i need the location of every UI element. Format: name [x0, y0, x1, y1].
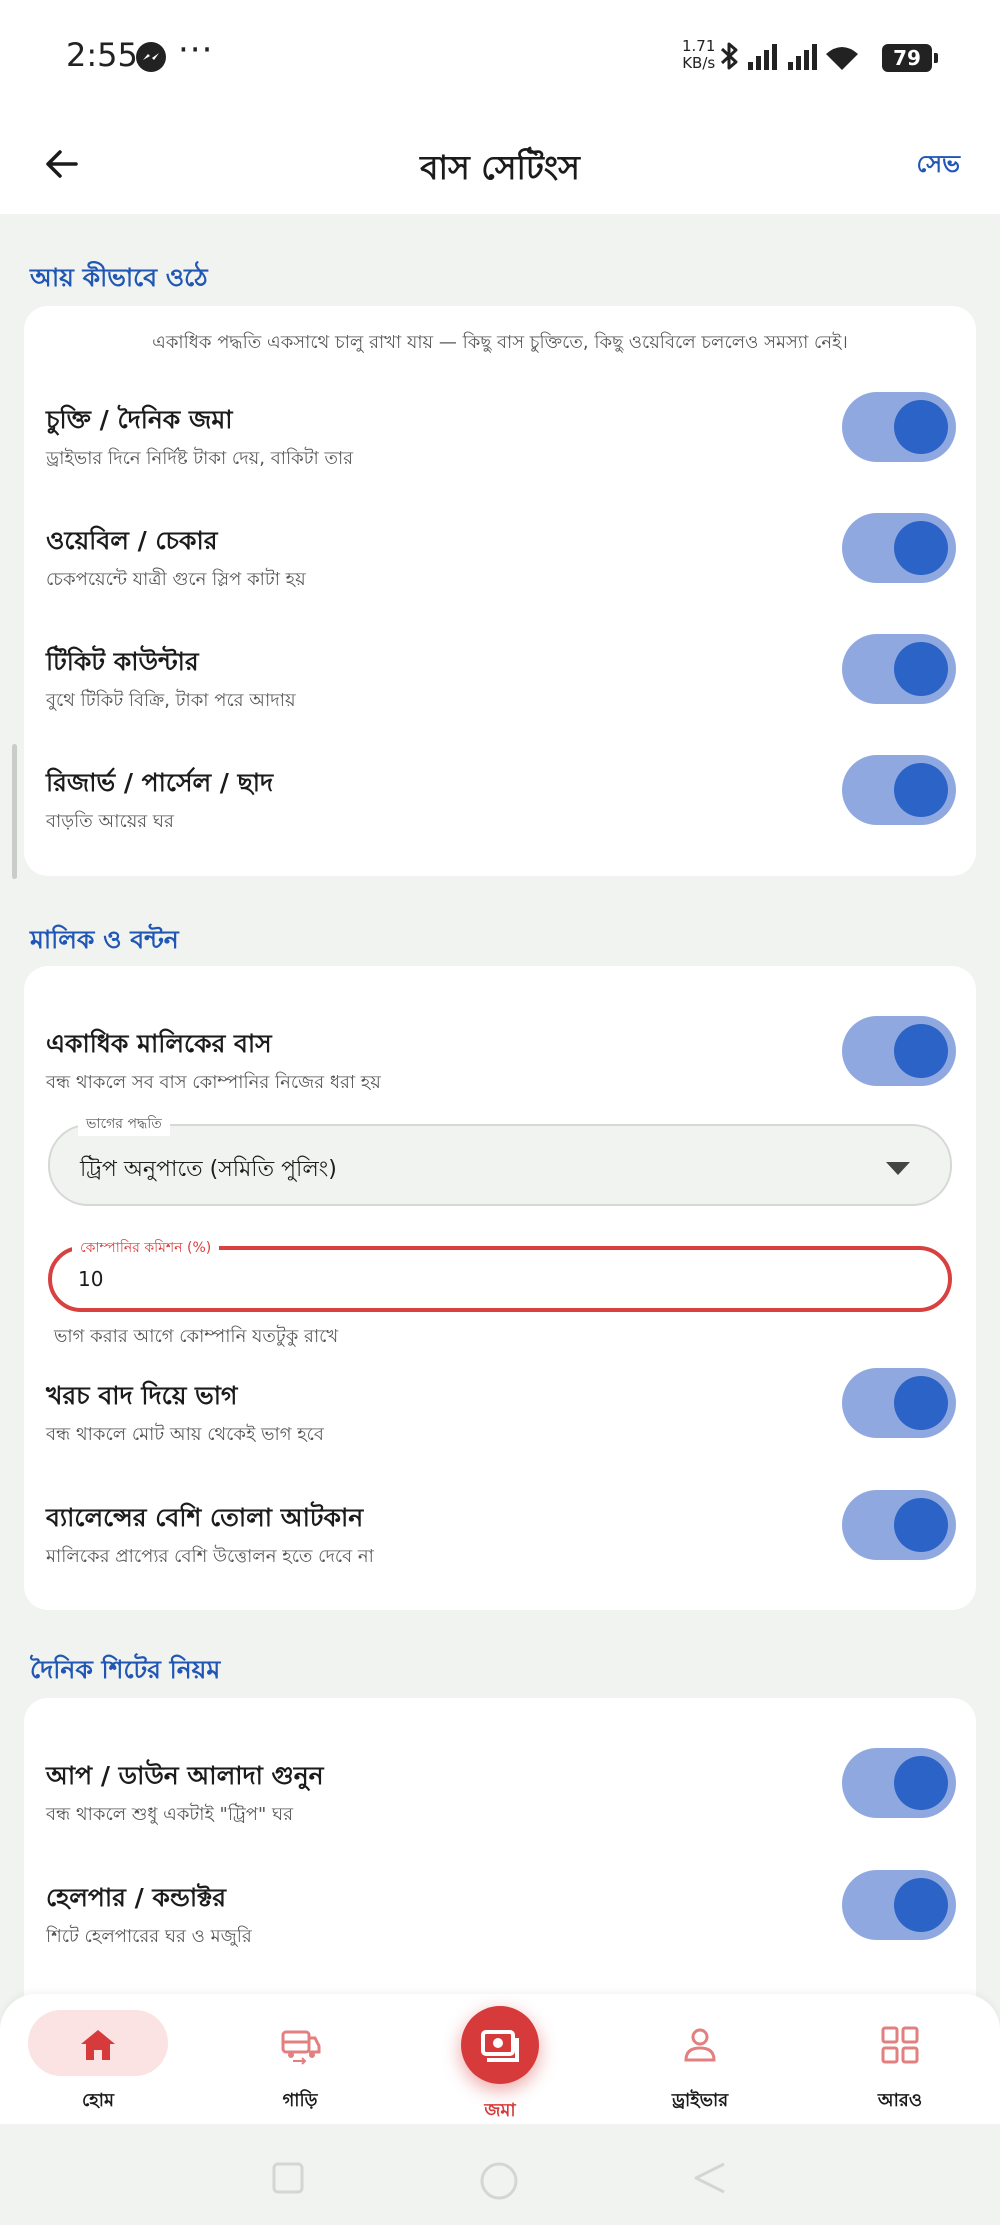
bluetooth-icon [720, 42, 738, 70]
nav-more[interactable]: আরও [820, 2010, 980, 2120]
person-icon [684, 2028, 716, 2062]
app-bar: বাস সেটিংস সেভ [0, 118, 1000, 214]
system-navigation-bar [0, 2124, 1000, 2225]
home-button-icon[interactable] [478, 2160, 520, 2202]
nav-home[interactable]: হোম [28, 2010, 168, 2120]
nav-deposit[interactable]: জমা [420, 2006, 580, 2121]
setting-title: আপ / ডাউন আলাদা গুনুন [46, 1761, 324, 1790]
setting-title: হেলপার / কন্ডাক্টর [46, 1883, 226, 1912]
toggle-knob [894, 642, 948, 696]
toggle-multi-owner[interactable] [842, 1016, 956, 1086]
toggle-helper[interactable] [842, 1870, 956, 1940]
setting-subtitle: বন্ধ থাকলে সব বাস কোম্পানির নিজের ধরা হয… [46, 1072, 381, 1093]
setting-title: চুক্তি / দৈনিক জমা [46, 405, 233, 434]
nav-label: গাড়ি [282, 2090, 318, 2111]
setting-subtitle: বুথে টিকিট বিক্রি, টাকা পরে আদায় [46, 690, 296, 711]
network-speed-value: 1.71 [682, 37, 716, 55]
toggle-contract[interactable] [842, 392, 956, 462]
setting-row-expense-split: খরচ বাদ দিয়ে ভাগ বন্ধ থাকলে মোট আয় থেক… [46, 1368, 956, 1478]
commission-input[interactable] [78, 1264, 898, 1294]
toggle-waybill[interactable] [842, 513, 956, 583]
income-card: একাধিক পদ্ধতি একসাথে চালু রাখা যায় — কি… [24, 306, 976, 876]
daily-card: আপ / ডাউন আলাদা গুনুন বন্ধ থাকলে শুধু এক… [24, 1698, 976, 2018]
commission-label: কোম্পানির কমিশন (%) [72, 1236, 220, 1260]
bottom-navigation: হোম গাড়ি জমা ড্রাইভার আরও [0, 1994, 1000, 2124]
setting-subtitle: চেকপয়েন্টে যাত্রী গুনে স্লিপ কাটা হয় [46, 569, 306, 590]
toggle-knob [894, 1376, 948, 1430]
owner-card: একাধিক মালিকের বাস বন্ধ থাকলে সব বাস কোম… [24, 966, 976, 1610]
section-title-daily: দৈনিক শিটের নিয়ম [30, 1655, 221, 1684]
setting-row-helper: হেলপার / কন্ডাক্টর শিটে হেলপারের ঘর ও মজ… [46, 1870, 956, 1980]
setting-title: ওয়েবিল / চেকার [46, 526, 218, 555]
cash-icon [481, 2030, 519, 2062]
setting-subtitle: ড্রাইভার দিনে নির্দিষ্ট টাকা দেয়, বাকিট… [46, 448, 354, 469]
home-icon [81, 2030, 115, 2060]
setting-row-contract: চুক্তি / দৈনিক জমা ড্রাইভার দিনে নির্দিষ… [46, 392, 956, 502]
setting-row-waybill: ওয়েবিল / চেকার চেকপয়েন্টে যাত্রী গুনে … [46, 513, 956, 623]
setting-subtitle: মালিকের প্রাপ্যের বেশি উত্তোলন হতে দেবে … [46, 1546, 374, 1567]
nav-label: ড্রাইভার [671, 2090, 729, 2111]
nav-label: হোম [82, 2090, 114, 2111]
setting-row-up-down: আপ / ডাউন আলাদা গুনুন বন্ধ থাকলে শুধু এক… [46, 1748, 956, 1858]
toggle-overdraw-block[interactable] [842, 1490, 956, 1560]
recents-icon[interactable] [270, 2160, 306, 2196]
nav-label: আরও [877, 2090, 923, 2111]
battery-icon: 79 [882, 44, 938, 72]
toggle-knob [894, 1878, 948, 1932]
setting-title: ব্যালেন্সের বেশি তোলা আটকান [46, 1503, 364, 1532]
toggle-up-down[interactable] [842, 1748, 956, 1818]
toggle-knob [894, 1024, 948, 1078]
split-method-value: ট্রিপ অনুপাতে (সমিতি পুলিং) [80, 1157, 337, 1182]
toggle-knob [894, 400, 948, 454]
toggle-expense-split[interactable] [842, 1368, 956, 1438]
setting-row-overdraw-block: ব্যালেন্সের বেশি তোলা আটকান মালিকের প্রা… [46, 1490, 956, 1600]
toggle-reserve[interactable] [842, 755, 956, 825]
setting-subtitle: বন্ধ থাকলে শুধু একটাই "ট্রিপ" ঘর [46, 1804, 293, 1825]
split-method-select[interactable]: ভাগের পদ্ধতি ট্রিপ অনুপাতে (সমিতি পুলিং) [48, 1112, 952, 1206]
setting-row-multi-owner: একাধিক মালিকের বাস বন্ধ থাকলে সব বাস কোম… [46, 1016, 956, 1126]
signal-icon-1 [748, 44, 777, 70]
setting-title: একাধিক মালিকের বাস [46, 1029, 272, 1058]
bus-icon [281, 2030, 321, 2065]
settings-content[interactable]: আয় কীভাবে ওঠে একাধিক পদ্ধতি একসাথে চালু… [0, 214, 1000, 2018]
setting-subtitle: শিটে হেলপারের ঘর ও মজুরি [46, 1926, 252, 1947]
network-speed: 1.71 KB/s [682, 38, 715, 72]
signal-icon-2 [788, 44, 817, 70]
section-title-income: আয় কীভাবে ওঠে [30, 263, 208, 292]
commission-helper: ভাগ করার আগে কোম্পানি যতটুকু রাখে [54, 1326, 339, 1347]
status-icons [718, 40, 878, 80]
nav-driver[interactable]: ড্রাইভার [620, 2010, 780, 2120]
split-method-label: ভাগের পদ্ধতি [78, 1112, 170, 1136]
save-button[interactable]: সেভ [917, 146, 960, 186]
nav-label: জমা [484, 2100, 516, 2121]
messenger-icon [136, 42, 166, 72]
setting-row-reserve: রিজার্ভ / পার্সেল / ছাদ বাড়তি আয়ের ঘর [46, 755, 956, 865]
setting-title: টিকিট কাউন্টার [46, 647, 199, 676]
setting-subtitle: বাড়তি আয়ের ঘর [46, 811, 174, 832]
status-time: 2:55 [66, 36, 138, 74]
setting-title: খরচ বাদ দিয়ে ভাগ [46, 1381, 238, 1410]
grid-icon [881, 2026, 919, 2064]
wifi-icon [826, 47, 858, 70]
deposit-fab[interactable] [461, 2006, 539, 2084]
scroll-indicator[interactable] [12, 744, 17, 879]
nav-vehicles[interactable]: গাড়ি [220, 2010, 380, 2120]
income-note: একাধিক পদ্ধতি একসাথে চালু রাখা যায় — কি… [152, 332, 848, 353]
toggle-knob [894, 521, 948, 575]
more-notifications-icon: ··· [178, 30, 214, 70]
status-bar: 2:55 ··· 1.71 KB/s 79 [0, 0, 1000, 118]
toggle-ticket-counter[interactable] [842, 634, 956, 704]
back-system-icon[interactable] [692, 2160, 728, 2196]
page-title: বাস সেটিংস [420, 148, 580, 187]
toggle-knob [894, 1498, 948, 1552]
setting-row-ticket-counter: টিকিট কাউন্টার বুথে টিকিট বিক্রি, টাকা প… [46, 634, 956, 744]
commission-field[interactable]: কোম্পানির কমিশন (%) [48, 1236, 952, 1312]
toggle-knob [894, 1756, 948, 1810]
section-title-owner: মালিক ও বন্টন [30, 925, 179, 954]
setting-title: রিজার্ভ / পার্সেল / ছাদ [46, 768, 274, 797]
setting-subtitle: বন্ধ থাকলে মোট আয় থেকেই ভাগ হবে [46, 1424, 324, 1445]
chevron-down-icon [886, 1162, 910, 1175]
network-speed-unit: KB/s [682, 54, 716, 72]
toggle-knob [894, 763, 948, 817]
